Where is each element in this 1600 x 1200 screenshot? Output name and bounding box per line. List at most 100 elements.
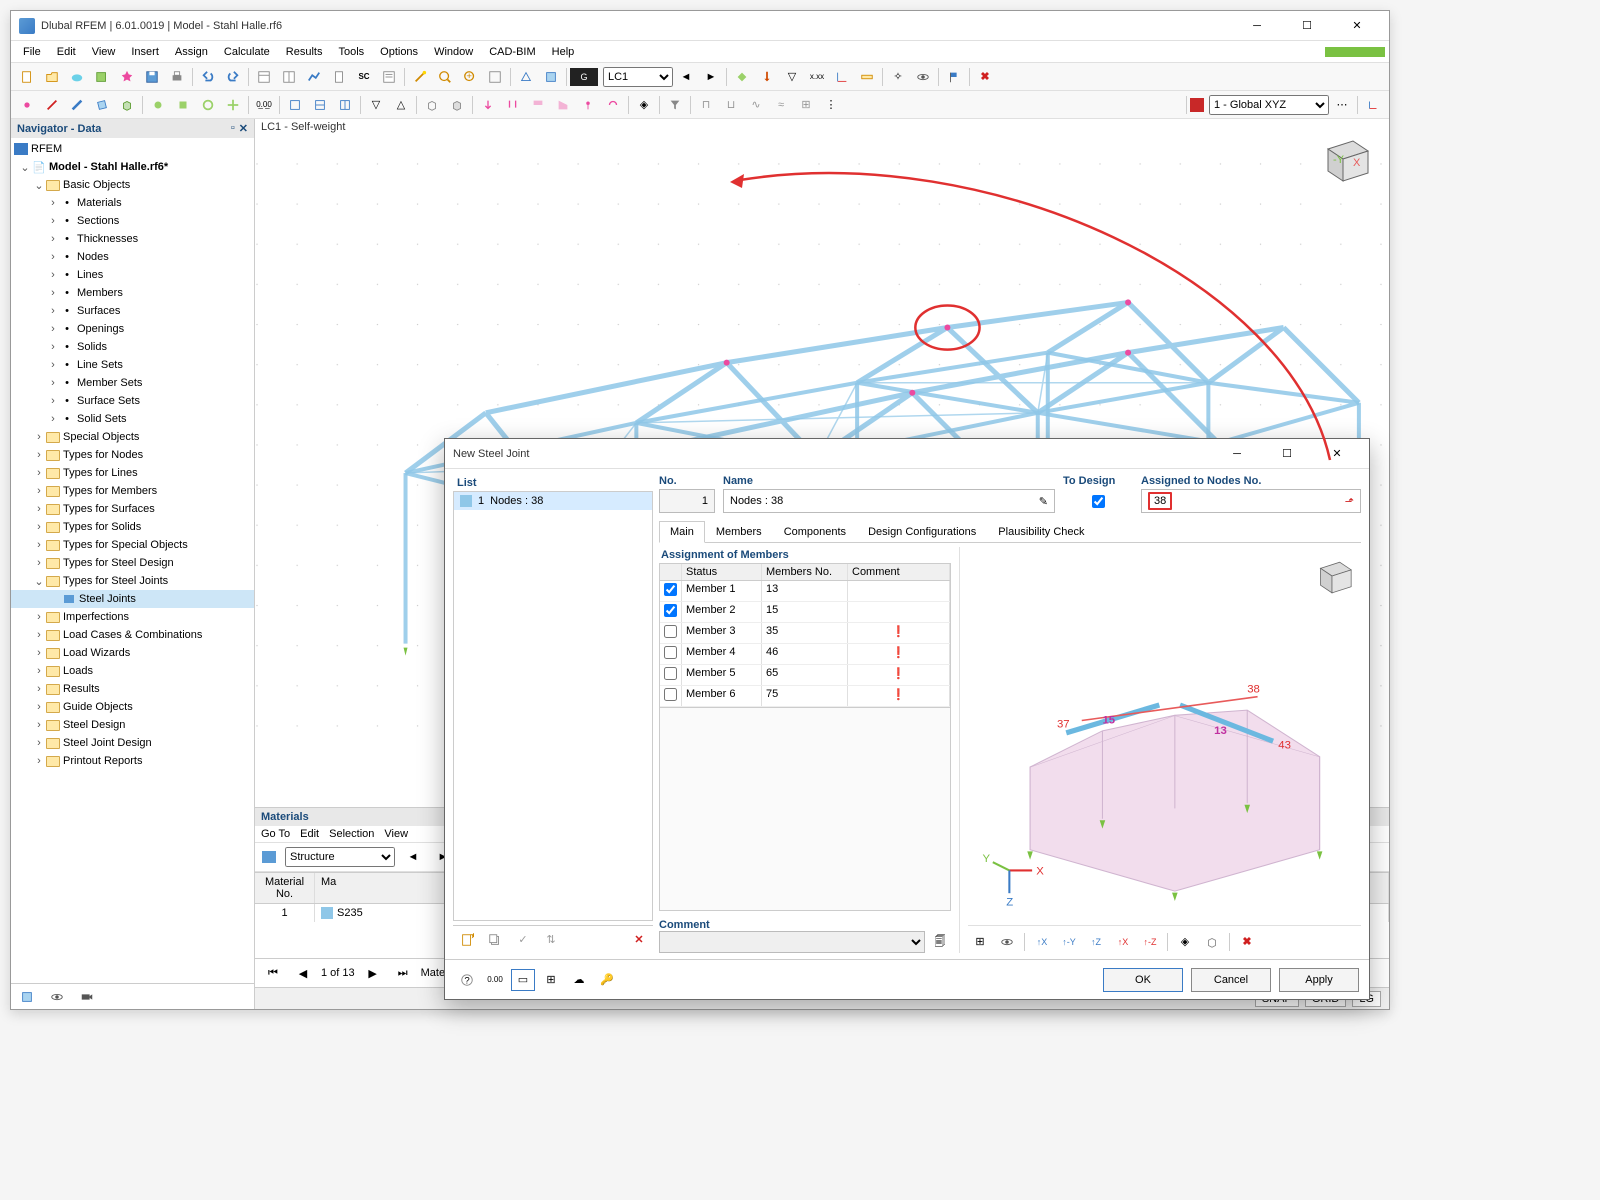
mat-menu-edit[interactable]: Edit bbox=[300, 828, 319, 840]
tb-redo-icon[interactable] bbox=[221, 66, 245, 88]
tree-group-item[interactable]: ›Types for Solids bbox=[11, 518, 254, 536]
tree-basic-item[interactable]: ›•Members bbox=[11, 284, 254, 302]
tb-ruler-icon[interactable] bbox=[855, 66, 879, 88]
nav-ft-cam-icon[interactable] bbox=[75, 986, 99, 1008]
member-checkbox[interactable] bbox=[664, 646, 677, 659]
tb2-filter-icon[interactable] bbox=[663, 94, 687, 116]
navigator-tree[interactable]: RFEM ⌄📄Model - Stahl Halle.rf6* ⌄Basic O… bbox=[11, 138, 254, 983]
tb2-frame1-icon[interactable] bbox=[283, 94, 307, 116]
joint-list[interactable]: 1 Nodes : 38 bbox=[453, 491, 653, 921]
mat-menu-sel[interactable]: Selection bbox=[329, 828, 374, 840]
dlg-ft-view1-icon[interactable]: ▭ bbox=[511, 969, 535, 991]
tb-eye-icon[interactable] bbox=[911, 66, 935, 88]
tree-basic-item[interactable]: ›•Solid Sets bbox=[11, 410, 254, 428]
tb2-ld3-icon[interactable] bbox=[526, 94, 550, 116]
menu-options[interactable]: Options bbox=[372, 44, 426, 60]
menu-assign[interactable]: Assign bbox=[167, 44, 216, 60]
pv-yup-icon[interactable]: ↑-Y bbox=[1057, 931, 1081, 953]
tree-group2-item[interactable]: ›Guide Objects bbox=[11, 698, 254, 716]
tb-new-icon[interactable] bbox=[15, 66, 39, 88]
todesign-checkbox[interactable] bbox=[1092, 495, 1105, 508]
nav-pin-icon[interactable]: ▫ bbox=[231, 122, 235, 135]
tree-basic-item[interactable]: ›•Solids bbox=[11, 338, 254, 356]
tree-basic-item[interactable]: ›•Surface Sets bbox=[11, 392, 254, 410]
tb2-ld1-icon[interactable] bbox=[476, 94, 500, 116]
member-checkbox[interactable] bbox=[664, 688, 677, 701]
tb-load-icon[interactable] bbox=[755, 66, 779, 88]
tb-print-icon[interactable] bbox=[165, 66, 189, 88]
tb2-brk1-icon[interactable]: ⊓ bbox=[694, 94, 718, 116]
assign-row[interactable]: Member 675❗ bbox=[660, 686, 950, 707]
menu-view[interactable]: View bbox=[84, 44, 124, 60]
list-new-icon[interactable]: ★ bbox=[455, 929, 479, 951]
tree-basic-item[interactable]: ›•Materials bbox=[11, 194, 254, 212]
tree-group2-item[interactable]: ›Imperfections bbox=[11, 608, 254, 626]
tb-x-red-icon[interactable]: ✖ bbox=[973, 66, 997, 88]
mat-menu-view[interactable]: View bbox=[384, 828, 408, 840]
tb2-sup1-icon[interactable]: ▽ bbox=[364, 94, 388, 116]
tb-view-opt-icon[interactable]: ✧ bbox=[886, 66, 910, 88]
assign-row[interactable]: Member 446❗ bbox=[660, 644, 950, 665]
tab-main[interactable]: Main bbox=[659, 521, 705, 543]
tb-doc-icon[interactable] bbox=[327, 66, 351, 88]
tb2-brk3-icon[interactable]: ∿ bbox=[744, 94, 768, 116]
pager-first-icon[interactable]: ⏮ bbox=[261, 962, 285, 984]
member-checkbox[interactable] bbox=[664, 583, 677, 596]
tb2-brk4-icon[interactable]: ≈ bbox=[769, 94, 793, 116]
list-sort-icon[interactable]: ⇅ bbox=[539, 929, 563, 951]
close-button[interactable]: ✕ bbox=[1339, 14, 1375, 38]
tb-table2-icon[interactable] bbox=[277, 66, 301, 88]
tb-support-icon[interactable]: ▽ bbox=[780, 66, 804, 88]
pick-node-icon[interactable]: ⬏ bbox=[1345, 495, 1354, 508]
tree-group-item[interactable]: ›Types for Nodes bbox=[11, 446, 254, 464]
tree-basic-item[interactable]: ›•Line Sets bbox=[11, 356, 254, 374]
dlg-minimize-button[interactable]: ─ bbox=[1219, 442, 1255, 466]
tree-group2-item[interactable]: ›Load Wizards bbox=[11, 644, 254, 662]
tb2-ld6-icon[interactable] bbox=[601, 94, 625, 116]
member-checkbox[interactable] bbox=[664, 604, 677, 617]
tb2-node-icon[interactable] bbox=[15, 94, 39, 116]
tree-basic-item[interactable]: ›•Member Sets bbox=[11, 374, 254, 392]
tb2-misc1-icon[interactable]: ◈ bbox=[632, 94, 656, 116]
cancel-button[interactable]: Cancel bbox=[1191, 968, 1271, 992]
pv-xup-icon[interactable]: ↑X bbox=[1030, 931, 1054, 953]
pv-zup2-icon[interactable]: ↑-Z bbox=[1138, 931, 1162, 953]
assign-row[interactable]: Member 215 bbox=[660, 602, 950, 623]
tb2-ld2-icon[interactable] bbox=[501, 94, 525, 116]
nav-ft-icon1[interactable] bbox=[15, 986, 39, 1008]
tree-basic-item[interactable]: ›•Surfaces bbox=[11, 302, 254, 320]
pv-close-icon[interactable]: ✖ bbox=[1235, 931, 1259, 953]
tb2-frame2-icon[interactable] bbox=[308, 94, 332, 116]
tree-group-item[interactable]: ›Types for Steel Design bbox=[11, 554, 254, 572]
load-case-combo[interactable]: LC1 bbox=[603, 67, 673, 87]
dlg-ft-key-icon[interactable]: 🔑 bbox=[595, 969, 619, 991]
assign-row[interactable]: Member 113 bbox=[660, 581, 950, 602]
tb2-cube-icon[interactable] bbox=[420, 94, 444, 116]
tab-components[interactable]: Components bbox=[773, 521, 857, 542]
tree-group-item[interactable]: ›Types for Lines bbox=[11, 464, 254, 482]
pv-box-icon[interactable] bbox=[1200, 931, 1224, 953]
minimize-button[interactable]: ─ bbox=[1239, 14, 1275, 38]
menu-insert[interactable]: Insert bbox=[123, 44, 167, 60]
assigned-nodes-field[interactable]: 38 ⬏ bbox=[1141, 489, 1361, 513]
tb-lc-prev-icon[interactable]: ◄ bbox=[674, 66, 698, 88]
mat-menu-goto[interactable]: Go To bbox=[261, 828, 290, 840]
tab-design-config[interactable]: Design Configurations bbox=[857, 521, 987, 542]
tree-basic-item[interactable]: ›•Lines bbox=[11, 266, 254, 284]
tb-lc-next-icon[interactable]: ► bbox=[699, 66, 723, 88]
tb2-surface-icon[interactable] bbox=[90, 94, 114, 116]
nav-ft-eye-icon[interactable] bbox=[45, 986, 69, 1008]
menu-edit[interactable]: Edit bbox=[49, 44, 84, 60]
tree-group2-item[interactable]: ›Loads bbox=[11, 662, 254, 680]
dlg-ft-units-icon[interactable]: 0.00 bbox=[483, 969, 507, 991]
tree-group-item[interactable]: ›Types for Members bbox=[11, 482, 254, 500]
list-check-icon[interactable]: ✓ bbox=[511, 929, 535, 951]
member-checkbox[interactable] bbox=[664, 667, 677, 680]
tb2-ucs-icon[interactable] bbox=[1361, 94, 1385, 116]
ok-button[interactable]: OK bbox=[1103, 968, 1183, 992]
tab-members[interactable]: Members bbox=[705, 521, 773, 542]
list-copy-icon[interactable] bbox=[483, 929, 507, 951]
tb-lc-badge[interactable]: G bbox=[570, 68, 598, 86]
preview-3d[interactable]: 37 38 43 15 13 X Y Z bbox=[968, 547, 1361, 925]
tb-open-icon[interactable] bbox=[40, 66, 64, 88]
